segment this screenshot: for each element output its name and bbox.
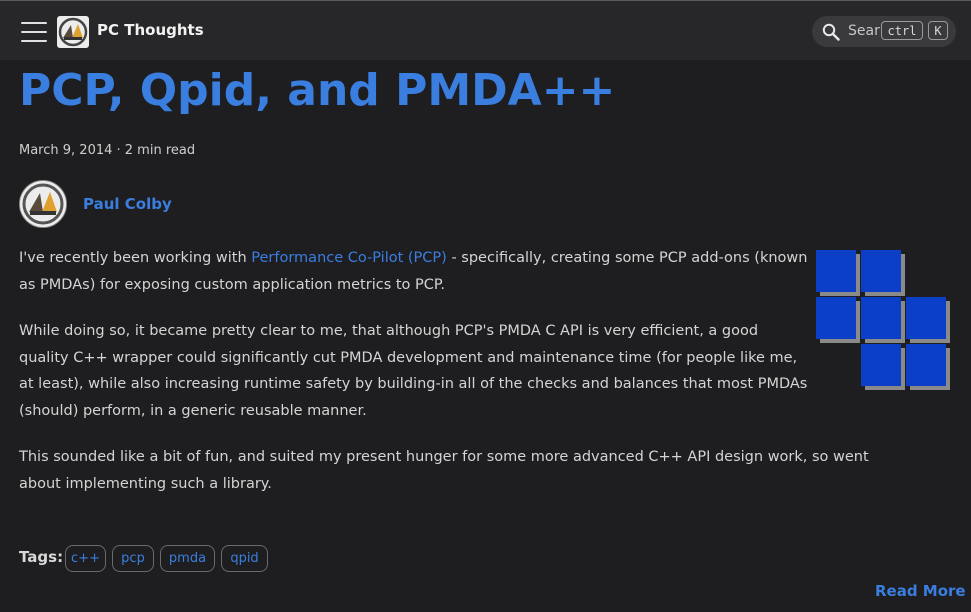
menu-icon[interactable] bbox=[21, 22, 47, 42]
shortcut-key-ctrl: ctrl bbox=[881, 21, 923, 40]
paragraph-3: This sounded like a bit of fun, and suit… bbox=[19, 449, 869, 492]
site-title[interactable]: PC Thoughts bbox=[97, 21, 204, 39]
paragraph-1: I've recently been working with Performa… bbox=[19, 250, 808, 293]
author-avatar bbox=[19, 180, 67, 228]
tag-qpid[interactable]: qpid bbox=[221, 545, 268, 572]
read-more-link[interactable]: Read More bbox=[875, 582, 966, 600]
paragraph-2: While doing so, it became pretty clear t… bbox=[19, 323, 808, 419]
pcp-link[interactable]: Performance Co-Pilot (PCP) bbox=[251, 250, 447, 266]
search-box[interactable]: Sear ctrl K bbox=[812, 16, 956, 47]
navbar: PC Thoughts Sear ctrl K bbox=[0, 1, 971, 60]
site-logo[interactable] bbox=[57, 16, 89, 48]
post-title[interactable]: PCP, Qpid, and PMDA++ bbox=[19, 65, 615, 116]
post-meta: March 9, 2014 · 2 min read bbox=[19, 143, 196, 158]
search-icon bbox=[822, 23, 840, 41]
tag-cpp[interactable]: c++ bbox=[65, 545, 106, 572]
post-content: I've recently been working with Performa… bbox=[19, 245, 869, 517]
pcp-logo-image bbox=[816, 250, 950, 390]
tags-label: Tags: bbox=[19, 548, 64, 566]
author-name[interactable]: Paul Colby bbox=[83, 195, 172, 213]
search-placeholder: Sear bbox=[848, 23, 880, 39]
tag-pmda[interactable]: pmda bbox=[160, 545, 215, 572]
shortcut-key-k: K bbox=[928, 21, 948, 40]
tag-pcp[interactable]: pcp bbox=[112, 545, 154, 572]
